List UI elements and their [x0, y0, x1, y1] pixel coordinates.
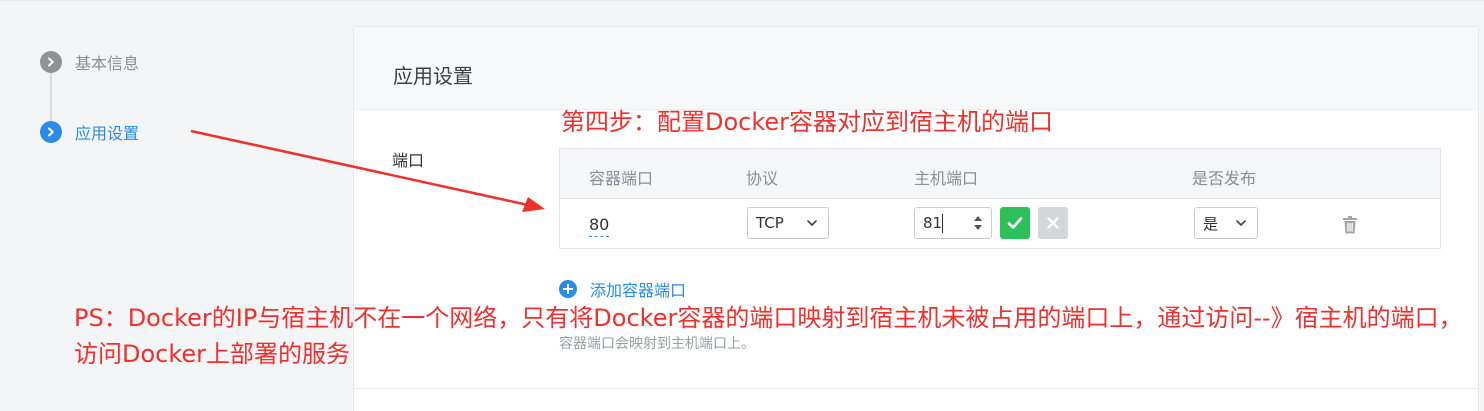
card-divider	[354, 388, 1478, 389]
step-connector	[50, 73, 52, 121]
card-header: 应用设置	[354, 27, 1478, 110]
step-label: 基本信息	[75, 54, 140, 73]
port-table: 容器端口 协议 主机端口 是否发布 80 TCP 81 是	[559, 148, 1441, 249]
text-caret	[942, 214, 943, 233]
add-port-label: 添加容器端口	[590, 281, 687, 300]
container-port-value[interactable]: 80	[589, 215, 610, 237]
publish-value: 是	[1203, 214, 1219, 233]
host-port-input[interactable]: 81	[914, 207, 992, 239]
protocol-select[interactable]: TCP	[747, 207, 829, 239]
spinner-arrows-icon[interactable]	[973, 213, 983, 233]
chevron-right-icon	[40, 51, 62, 73]
table-row: 80 TCP 81 是	[560, 199, 1440, 249]
step-basic-info[interactable]: 基本信息	[40, 50, 139, 74]
cancel-button[interactable]	[1038, 207, 1068, 239]
host-port-value: 81	[923, 214, 943, 232]
col-container-port: 容器端口	[589, 169, 654, 188]
col-publish: 是否发布	[1192, 169, 1257, 188]
top-border	[0, 0, 1484, 1]
col-protocol: 协议	[746, 169, 779, 188]
chevron-right-icon	[40, 121, 62, 143]
chevron-down-icon	[807, 220, 817, 226]
step-label: 应用设置	[75, 124, 140, 143]
add-container-port-button[interactable]: 添加容器端口	[559, 277, 686, 301]
port-field-label: 端口	[392, 151, 425, 170]
table-header: 容器端口 协议 主机端口 是否发布	[560, 149, 1440, 199]
check-icon	[1007, 217, 1023, 229]
plus-circle-icon	[559, 280, 577, 298]
col-host-port: 主机端口	[914, 169, 979, 188]
annotation-ps-note: PS：Docker的IP与宿主机不在一个网络，只有将Docker容器的端口映射到…	[74, 304, 1463, 368]
annotation-step-note: 第四步：配置Docker容器对应到宿主机的端口	[561, 108, 1054, 136]
trash-icon[interactable]	[1342, 216, 1358, 234]
steps-nav: 基本信息 应用设置	[40, 50, 300, 170]
protocol-value: TCP	[756, 214, 784, 232]
confirm-button[interactable]	[1000, 207, 1030, 239]
card-title: 应用设置	[393, 64, 473, 88]
close-icon	[1047, 217, 1059, 229]
step-app-settings[interactable]: 应用设置	[40, 120, 139, 144]
chevron-down-icon	[1236, 220, 1246, 226]
publish-select[interactable]: 是	[1194, 207, 1258, 239]
